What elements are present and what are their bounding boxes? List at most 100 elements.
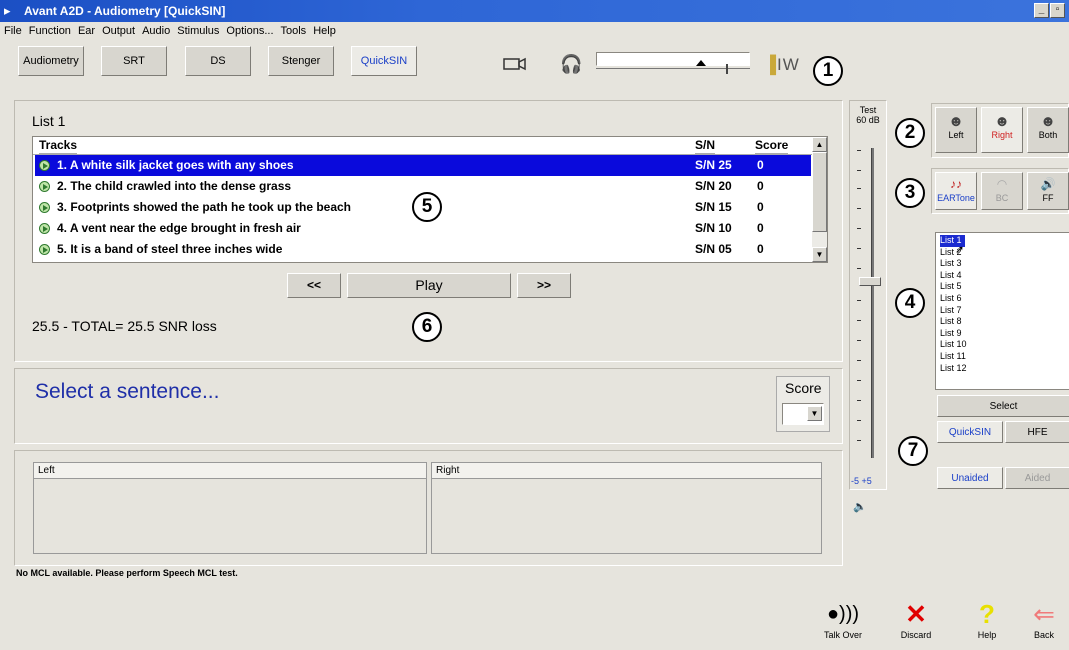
result-text: 25.5 - TOTAL= 25.5 SNR loss (32, 318, 217, 334)
list-item[interactable]: List 11 (939, 351, 1069, 363)
header-tracks[interactable]: Tracks (39, 137, 78, 154)
play-track-icon[interactable] (39, 181, 50, 192)
track-score: 0 (757, 158, 764, 172)
iw-logo: ▐IW (764, 55, 800, 74)
track-sn: S/N 25 (695, 158, 732, 172)
ff-button[interactable]: 🔊 FF (1027, 172, 1069, 210)
quicksin-mode-button[interactable]: QuickSIN (937, 421, 1003, 443)
previous-button[interactable]: << (287, 273, 341, 298)
list-item[interactable]: List 6 (939, 293, 1069, 305)
title-bar: Avant A2D - Audiometry [QuickSIN] (0, 0, 1069, 22)
talk-over-icon: ●))) (826, 603, 860, 625)
menu-ear[interactable]: Ear (78, 22, 95, 40)
track-row[interactable]: 1. A white silk jacket goes with any sho… (35, 155, 811, 176)
tracks-scrollbar[interactable]: ▲ ▼ (812, 137, 827, 262)
tab-stenger[interactable]: Stenger (268, 46, 334, 76)
discard-icon: ✕ (905, 599, 927, 629)
left-ear-label: Left (34, 463, 426, 479)
track-score: 0 (757, 242, 764, 256)
bc-button[interactable]: ◠ BC (981, 172, 1023, 210)
track-score: 0 (757, 221, 764, 235)
play-track-icon[interactable] (39, 202, 50, 213)
level-range-label: -5 +5 (851, 476, 872, 486)
speaker-small-icon[interactable]: 🔈 (853, 500, 867, 513)
score-select[interactable]: ▼ (782, 403, 824, 425)
aided-button[interactable]: Aided (1005, 467, 1069, 489)
score-box: Score ▼ (776, 376, 830, 432)
minimize-button[interactable]: _ (1034, 3, 1049, 18)
track-text: 4. A vent near the edge brought in fresh… (57, 221, 301, 235)
head-both-icon: ☻ (1040, 113, 1056, 130)
tab-srt[interactable]: SRT (101, 46, 167, 76)
list-item[interactable]: List 12 (939, 363, 1069, 375)
list-item[interactable]: List 3 (939, 258, 1069, 270)
test-level-label: Test 60 dB (852, 105, 884, 125)
unaided-button[interactable]: Unaided (937, 467, 1003, 489)
menu-output[interactable]: Output (102, 22, 135, 40)
track-row[interactable]: 5. It is a band of steel three inches wi… (35, 239, 811, 260)
tab-audiometry[interactable]: Audiometry (18, 46, 84, 76)
both-ears-button[interactable]: ☻ Both (1027, 107, 1069, 153)
right-ear-label: Right (432, 463, 821, 479)
track-score: 0 (757, 179, 764, 193)
next-button[interactable]: >> (517, 273, 571, 298)
right-ear-button[interactable]: ☻ Right (981, 107, 1023, 153)
slider-arrow-icon (696, 60, 706, 66)
prompt-text: Select a sentence... (35, 380, 220, 403)
menu-options[interactable]: Options... (226, 22, 273, 40)
list-item[interactable]: List 5 (939, 281, 1069, 293)
test-label: Test (859, 105, 877, 115)
headphones-icon[interactable]: 🎧 (560, 53, 582, 75)
menu-stimulus[interactable]: Stimulus (177, 22, 219, 40)
video-camera-icon[interactable] (503, 57, 527, 71)
callout-1: 1 (813, 56, 843, 86)
track-sn: S/N 05 (695, 242, 732, 256)
menu-help[interactable]: Help (313, 22, 336, 40)
free-field-speaker-icon: 🔊 (1040, 177, 1056, 191)
eartone-button[interactable]: ♪♪ EARTone (935, 172, 977, 210)
back-button[interactable]: ⇐ Back (1019, 598, 1069, 646)
track-sn: S/N 10 (695, 221, 732, 235)
menu-bar: File Function Ear Output Audio Stimulus … (0, 22, 1069, 40)
help-button[interactable]: ? Help (962, 598, 1012, 646)
play-track-icon[interactable] (39, 223, 50, 234)
list-item[interactable]: List 10 (939, 339, 1069, 351)
menu-tools[interactable]: Tools (281, 22, 307, 40)
header-sn[interactable]: S/N (695, 137, 716, 154)
head-left-icon: ☻ (948, 113, 964, 130)
scroll-down-icon[interactable]: ▼ (812, 247, 827, 262)
menu-audio[interactable]: Audio (142, 22, 170, 40)
callout-7: 7 (898, 436, 928, 466)
scroll-thumb[interactable] (812, 152, 827, 232)
back-arrow-icon: ⇐ (1033, 599, 1055, 629)
scroll-up-icon[interactable]: ▲ (812, 137, 827, 152)
dropdown-arrow-icon[interactable]: ▼ (807, 406, 822, 421)
hfe-mode-button[interactable]: HFE (1005, 421, 1069, 443)
restore-button[interactable]: ▫ (1050, 3, 1065, 18)
header-score[interactable]: Score (755, 137, 789, 154)
list-item[interactable]: List 8 (939, 316, 1069, 328)
play-track-icon[interactable] (39, 160, 50, 171)
track-sn: S/N 15 (695, 200, 732, 214)
left-ear-button[interactable]: ☻ Left (935, 107, 977, 153)
list-item[interactable]: List 9 (939, 328, 1069, 340)
talk-over-button[interactable]: ●))) Talk Over (818, 598, 868, 646)
track-text: 2. The child crawled into the dense gras… (57, 179, 292, 193)
discard-button[interactable]: ✕ Discard (891, 598, 941, 646)
tab-quicksin[interactable]: QuickSIN (351, 46, 417, 76)
callout-2: 2 (895, 118, 925, 148)
play-track-icon[interactable] (39, 244, 50, 255)
tab-ds[interactable]: DS (185, 46, 251, 76)
head-right-icon: ☻ (994, 113, 1010, 130)
menu-file[interactable]: File (4, 22, 22, 40)
play-button[interactable]: Play (347, 273, 511, 298)
select-button[interactable]: Select (937, 395, 1069, 417)
menu-function[interactable]: Function (29, 22, 71, 40)
level-slider-thumb[interactable] (859, 277, 881, 286)
list-item[interactable]: List 7 (939, 305, 1069, 317)
mouse-cursor-icon: ➚ (955, 244, 965, 256)
slider-thumb[interactable] (726, 64, 728, 74)
list-item[interactable]: List 4 (939, 270, 1069, 282)
eartone-icon: ♪♪ (950, 177, 962, 191)
output-slider[interactable] (596, 60, 750, 78)
